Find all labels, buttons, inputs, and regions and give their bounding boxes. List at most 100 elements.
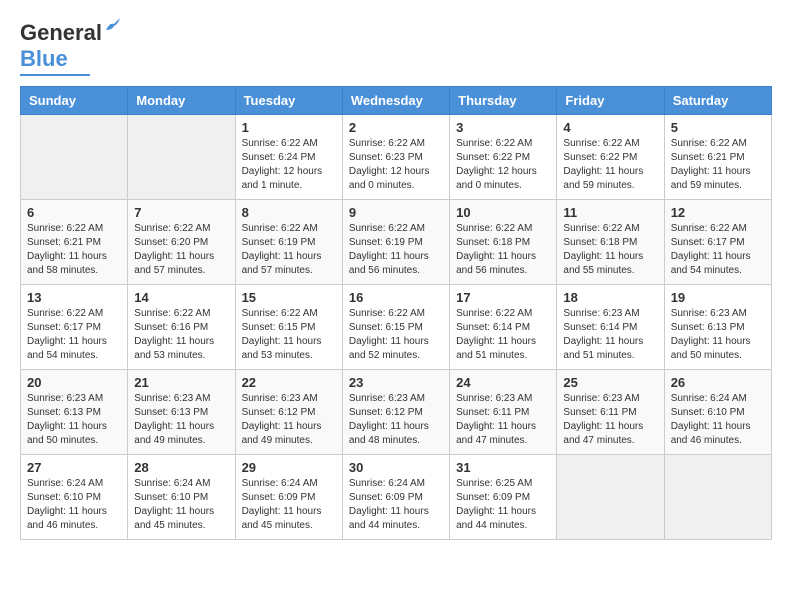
- day-number: 18: [563, 290, 657, 305]
- day-number: 15: [242, 290, 336, 305]
- calendar-cell: 29Sunrise: 6:24 AMSunset: 6:09 PMDayligh…: [235, 455, 342, 540]
- calendar-cell: 3 Sunrise: 6:22 AMSunset: 6:22 PMDaylight…: [450, 115, 557, 200]
- day-number: 26: [671, 375, 765, 390]
- day-info: Sunrise: 6:23 AMSunset: 6:13 PMDaylight:…: [27, 392, 121, 448]
- day-info: Sunrise: 6:22 AMSunset: 6:22 PMDaylight:…: [456, 137, 550, 193]
- day-info: Sunrise: 6:22 AMSunset: 6:18 PMDaylight:…: [563, 222, 657, 278]
- day-info: Sunrise: 6:25 AMSunset: 6:09 PMDaylight:…: [456, 477, 550, 533]
- calendar-cell: 20 Sunrise: 6:23 AMSunset: 6:13 PMDayligh…: [21, 370, 128, 455]
- day-info: Sunrise: 6:23 AMSunset: 6:12 PMDaylight:…: [242, 392, 336, 448]
- calendar-cell: 13Sunrise: 6:22 AMSunset: 6:17 PMDayligh…: [21, 285, 128, 370]
- calendar-cell: 6 Sunrise: 6:22 AMSunset: 6:21 PMDaylight…: [21, 200, 128, 285]
- calendar-cell: 31 Sunrise: 6:25 AMSunset: 6:09 PMDayligh…: [450, 455, 557, 540]
- calendar-cell: [128, 115, 235, 200]
- day-info: Sunrise: 6:24 AMSunset: 6:10 PMDaylight:…: [27, 477, 121, 533]
- calendar-cell: 9 Sunrise: 6:22 AMSunset: 6:19 PMDaylight…: [342, 200, 449, 285]
- day-info: Sunrise: 6:22 AMSunset: 6:24 PMDaylight:…: [242, 137, 336, 193]
- day-number: 16: [349, 290, 443, 305]
- day-info: Sunrise: 6:24 AMSunset: 6:10 PMDaylight:…: [134, 477, 228, 533]
- week-row-3: 13Sunrise: 6:22 AMSunset: 6:17 PMDayligh…: [21, 285, 772, 370]
- day-header-sunday: Sunday: [21, 87, 128, 115]
- day-number: 3: [456, 120, 550, 135]
- day-number: 8: [242, 205, 336, 220]
- logo-underline: [20, 74, 90, 76]
- day-info: Sunrise: 6:22 AMSunset: 6:15 PMDaylight:…: [242, 307, 336, 363]
- calendar-cell: 17Sunrise: 6:22 AMSunset: 6:14 PMDayligh…: [450, 285, 557, 370]
- calendar-cell: 27Sunrise: 6:24 AMSunset: 6:10 PMDayligh…: [21, 455, 128, 540]
- week-row-2: 6 Sunrise: 6:22 AMSunset: 6:21 PMDaylight…: [21, 200, 772, 285]
- week-row-1: 1 Sunrise: 6:22 AMSunset: 6:24 PMDaylight…: [21, 115, 772, 200]
- day-header-friday: Friday: [557, 87, 664, 115]
- calendar-cell: [557, 455, 664, 540]
- calendar-cell: 28 Sunrise: 6:24 AMSunset: 6:10 PMDayligh…: [128, 455, 235, 540]
- calendar-cell: 26 Sunrise: 6:24 AMSunset: 6:10 PMDayligh…: [664, 370, 771, 455]
- day-number: 20: [27, 375, 121, 390]
- day-number: 1: [242, 120, 336, 135]
- day-number: 22: [242, 375, 336, 390]
- day-info: Sunrise: 6:22 AMSunset: 6:21 PMDaylight:…: [27, 222, 121, 278]
- calendar-cell: 10Sunrise: 6:22 AMSunset: 6:18 PMDayligh…: [450, 200, 557, 285]
- day-info: Sunrise: 6:22 AMSunset: 6:17 PMDaylight:…: [671, 222, 765, 278]
- day-number: 11: [563, 205, 657, 220]
- day-info: Sunrise: 6:23 AMSunset: 6:11 PMDaylight:…: [563, 392, 657, 448]
- week-row-5: 27Sunrise: 6:24 AMSunset: 6:10 PMDayligh…: [21, 455, 772, 540]
- day-info: Sunrise: 6:23 AMSunset: 6:13 PMDaylight:…: [134, 392, 228, 448]
- calendar-cell: 11 Sunrise: 6:22 AMSunset: 6:18 PMDayligh…: [557, 200, 664, 285]
- day-number: 9: [349, 205, 443, 220]
- day-number: 31: [456, 460, 550, 475]
- day-info: Sunrise: 6:22 AMSunset: 6:21 PMDaylight:…: [671, 137, 765, 193]
- calendar-cell: 14 Sunrise: 6:22 AMSunset: 6:16 PMDayligh…: [128, 285, 235, 370]
- day-header-monday: Monday: [128, 87, 235, 115]
- day-info: Sunrise: 6:23 AMSunset: 6:14 PMDaylight:…: [563, 307, 657, 363]
- calendar-cell: 24Sunrise: 6:23 AMSunset: 6:11 PMDayligh…: [450, 370, 557, 455]
- day-info: Sunrise: 6:23 AMSunset: 6:12 PMDaylight:…: [349, 392, 443, 448]
- calendar-cell: 8 Sunrise: 6:22 AMSunset: 6:19 PMDaylight…: [235, 200, 342, 285]
- calendar-cell: [21, 115, 128, 200]
- day-number: 19: [671, 290, 765, 305]
- calendar-cell: 12 Sunrise: 6:22 AMSunset: 6:17 PMDayligh…: [664, 200, 771, 285]
- calendar-header-row: SundayMondayTuesdayWednesdayThursdayFrid…: [21, 87, 772, 115]
- day-info: Sunrise: 6:22 AMSunset: 6:15 PMDaylight:…: [349, 307, 443, 363]
- day-info: Sunrise: 6:22 AMSunset: 6:20 PMDaylight:…: [134, 222, 228, 278]
- day-number: 21: [134, 375, 228, 390]
- calendar-cell: 23 Sunrise: 6:23 AMSunset: 6:12 PMDayligh…: [342, 370, 449, 455]
- logo-blue-text: Blue: [20, 46, 68, 71]
- day-info: Sunrise: 6:24 AMSunset: 6:10 PMDaylight:…: [671, 392, 765, 448]
- calendar-cell: 16 Sunrise: 6:22 AMSunset: 6:15 PMDayligh…: [342, 285, 449, 370]
- day-number: 12: [671, 205, 765, 220]
- calendar-cell: 22 Sunrise: 6:23 AMSunset: 6:12 PMDayligh…: [235, 370, 342, 455]
- day-header-thursday: Thursday: [450, 87, 557, 115]
- calendar-cell: 7 Sunrise: 6:22 AMSunset: 6:20 PMDaylight…: [128, 200, 235, 285]
- day-number: 30: [349, 460, 443, 475]
- page-header: General Blue: [20, 20, 772, 76]
- day-number: 4: [563, 120, 657, 135]
- day-number: 14: [134, 290, 228, 305]
- day-header-wednesday: Wednesday: [342, 87, 449, 115]
- day-info: Sunrise: 6:22 AMSunset: 6:17 PMDaylight:…: [27, 307, 121, 363]
- day-info: Sunrise: 6:22 AMSunset: 6:23 PMDaylight:…: [349, 137, 443, 193]
- calendar-cell: 19Sunrise: 6:23 AMSunset: 6:13 PMDayligh…: [664, 285, 771, 370]
- day-number: 10: [456, 205, 550, 220]
- day-info: Sunrise: 6:22 AMSunset: 6:16 PMDaylight:…: [134, 307, 228, 363]
- calendar-table: SundayMondayTuesdayWednesdayThursdayFrid…: [20, 86, 772, 540]
- calendar-cell: [664, 455, 771, 540]
- calendar-cell: 15 Sunrise: 6:22 AMSunset: 6:15 PMDayligh…: [235, 285, 342, 370]
- day-number: 28: [134, 460, 228, 475]
- calendar-cell: 1 Sunrise: 6:22 AMSunset: 6:24 PMDaylight…: [235, 115, 342, 200]
- day-info: Sunrise: 6:24 AMSunset: 6:09 PMDaylight:…: [242, 477, 336, 533]
- day-number: 25: [563, 375, 657, 390]
- day-number: 6: [27, 205, 121, 220]
- day-number: 17: [456, 290, 550, 305]
- calendar-cell: 25 Sunrise: 6:23 AMSunset: 6:11 PMDayligh…: [557, 370, 664, 455]
- day-info: Sunrise: 6:22 AMSunset: 6:22 PMDaylight:…: [563, 137, 657, 193]
- day-number: 5: [671, 120, 765, 135]
- calendar-cell: 30 Sunrise: 6:24 AMSunset: 6:09 PMDayligh…: [342, 455, 449, 540]
- day-number: 23: [349, 375, 443, 390]
- day-number: 7: [134, 205, 228, 220]
- day-info: Sunrise: 6:22 AMSunset: 6:19 PMDaylight:…: [242, 222, 336, 278]
- calendar-cell: 2 Sunrise: 6:22 AMSunset: 6:23 PMDaylight…: [342, 115, 449, 200]
- day-info: Sunrise: 6:24 AMSunset: 6:09 PMDaylight:…: [349, 477, 443, 533]
- day-info: Sunrise: 6:22 AMSunset: 6:19 PMDaylight:…: [349, 222, 443, 278]
- day-number: 2: [349, 120, 443, 135]
- week-row-4: 20 Sunrise: 6:23 AMSunset: 6:13 PMDayligh…: [21, 370, 772, 455]
